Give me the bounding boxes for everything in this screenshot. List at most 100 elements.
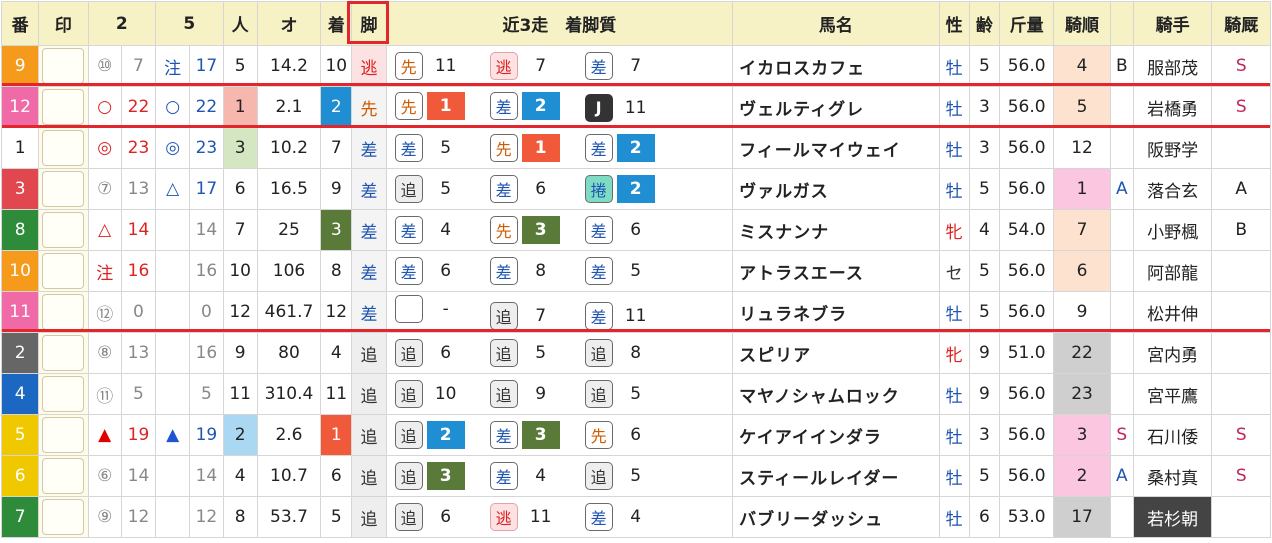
age: 6 [968,496,1000,538]
horse-name[interactable]: スティールレイダー [732,455,940,497]
style-badge: 差 [489,92,518,121]
jockey-name[interactable]: 石川倭 [1132,414,1213,456]
table-row[interactable]: 6 ⑥ 14 14 4 10.7 6 追追 3 差 4 追 5 スティールレイダー牡 5 56.0 2 A 桑村真 S [0,455,1271,497]
horse-name[interactable]: ミスナンナ [732,209,940,251]
header-jockey[interactable]: 騎手 [1132,1,1213,46]
prediction-mark-cell[interactable] [38,291,89,333]
header-stable[interactable]: 騎厩 [1211,1,1271,46]
mark-input-box[interactable] [42,376,85,412]
mark-5: △ [155,168,191,210]
mark-input-box[interactable] [42,130,85,166]
header-name[interactable]: 馬名 [732,1,940,46]
table-row[interactable]: 4 ⑪ 5 5 11 310.4 11 追追 10 追 9 追 5 マヤノシャムロック牡 9 56.0 23 宮平… [0,373,1271,415]
jockey-name[interactable]: 桑村真 [1132,455,1213,497]
header-mark[interactable]: 印 [38,1,89,46]
mark-2: ⑦ [87,168,122,210]
prediction-mark-cell[interactable] [38,45,89,87]
jockey-name[interactable]: 服部茂 [1132,45,1213,87]
rank-item [1109,209,1134,251]
recent-race: 差4 [584,503,680,531]
prediction-mark-cell[interactable] [38,332,89,374]
jockey-name[interactable]: 小野楓 [1132,209,1213,251]
header-c2[interactable]: 2 [87,1,157,46]
score-5: 23 [189,127,224,169]
horse-name[interactable]: フィールマイウェイ [732,127,940,169]
header-odds[interactable]: オ [256,1,322,46]
recent-race: 差5 [584,257,680,285]
score-5: 22 [189,86,224,128]
table-row[interactable]: 1 ◎ 23 ◎ 23 3 10.2 7 差差 5 先 1 差 2 フィールマイウェイ牡 3 56.0 12 阪野学 [0,127,1271,169]
mark-5: ◎ [155,127,191,169]
table-row[interactable]: 3 ⑦ 13 △ 17 6 16.5 9 差追 5 差 6 捲 2 ヴァルガス牡 5 56.0 1 A 落合玄 A [0,168,1271,210]
mark-input-box[interactable] [42,417,85,453]
table-row[interactable]: 8 △ 14 14 7 25 3 差差 4 先 3 差 6 ミスナンナ牝 4 54.0 7 小野楓 B [0,209,1271,251]
jockey-name[interactable]: 阪野学 [1132,127,1213,169]
horse-name[interactable]: ヴェルティグレ [732,86,940,128]
horse-name[interactable]: ヴァルガス [732,168,940,210]
popularity: 4 [222,455,258,497]
table-row[interactable]: 9 ⑩ 7 注 17 5 14.2 10 逃先 11 逃 7 差 7 イカロスカフェ牡 5 56.0 4 B 服部茂 S [0,45,1271,87]
rank-item [1109,373,1134,415]
jockey-rank: 6 [1053,250,1111,292]
horse-name[interactable]: バブリーダッシュ [732,496,940,538]
popularity: 9 [222,332,258,374]
jockey-name[interactable]: 若杉朝 [1132,496,1213,538]
jockey-name[interactable]: 岩橋勇 [1132,86,1213,128]
table-row[interactable]: 7 ⑨ 12 12 8 53.7 5 追追 6 逃 11 差 4 バブリーダッシュ牡 6 53.0 17 若杉朝 [0,496,1271,538]
mark-input-box[interactable] [42,171,85,207]
prediction-mark-cell[interactable] [38,86,89,128]
prediction-mark-cell[interactable] [38,496,89,538]
table-row[interactable]: 12 ○ 22 ○ 22 1 2.1 2 先先 1 差 2 J 11 ヴェルティグレ牡 3 56.0 5 岩橋勇 S [0,86,1271,128]
style-badge: 差 [584,503,613,531]
mark-input-box[interactable] [42,335,85,371]
prediction-mark-cell[interactable] [38,209,89,251]
horse-name[interactable]: イカロスカフェ [732,45,940,87]
prediction-mark-cell[interactable] [38,373,89,415]
mark-5 [155,291,191,333]
table-row[interactable]: 11 ⑫ 0 0 12 461.7 12 差 - 追 7 差 11 リュラネブラ牡 5 56.0 9 松井伸 [0,291,1271,333]
mark-input-box[interactable] [42,253,85,289]
prediction-mark-cell[interactable] [38,455,89,497]
mark-5: ○ [155,86,191,128]
age: 5 [968,455,1000,497]
popularity: 12 [222,291,258,333]
frame-number: 6 [0,455,40,497]
header-pop[interactable]: 人 [222,1,258,46]
mark-input-box[interactable] [42,89,85,125]
jockey-name[interactable]: 落合玄 [1132,168,1213,210]
mark-input-box[interactable] [42,458,85,494]
mark-input-box[interactable] [42,294,85,330]
stable-rank [1211,127,1271,169]
prediction-mark-cell[interactable] [38,168,89,210]
horse-name[interactable]: ケイアイインダラ [732,414,940,456]
horse-name[interactable]: スピリア [732,332,940,374]
header-ban[interactable]: 番 [0,1,40,46]
odds: 80 [256,332,322,374]
header-weight[interactable]: 斤量 [998,1,1055,46]
mark-input-box[interactable] [42,212,85,248]
mark-input-box[interactable] [42,499,85,535]
mark-5: ▲ [155,414,191,456]
table-row[interactable]: 2 ⑧ 13 16 9 80 4 追追 6 追 5 追 8 スピリア牝 9 51.0 22 宮内勇 [0,332,1271,374]
horse-name[interactable]: マヤノシャムロック [732,373,940,415]
mark-input-box[interactable] [42,48,85,84]
score-5: 14 [189,209,224,251]
header-age[interactable]: 齢 [968,1,1000,46]
header-c5[interactable]: 5 [155,1,224,46]
horse-name[interactable]: リュラネブラ [732,291,940,333]
table-row[interactable]: 10 注 16 16 10 106 8 差差 6 差 8 差 5 アトラスエースセ 5 56.0 6 阿部龍 [0,250,1271,292]
jockey-name[interactable]: 宮内勇 [1132,332,1213,374]
jockey-name[interactable]: 宮平鷹 [1132,373,1213,415]
header-sex[interactable]: 性 [938,1,970,46]
jockey-name[interactable]: 阿部龍 [1132,250,1213,292]
prediction-mark-cell[interactable] [38,414,89,456]
horse-name[interactable]: アトラスエース [732,250,940,292]
table-row[interactable]: 5 ▲ 19 ▲ 19 2 2.6 1 追追 2 差 3 先 6 ケイアイインダラ牡 3 56.0 3 S 石川倭 S [0,414,1271,456]
style-badge: 追 [584,339,613,367]
prediction-mark-cell[interactable] [38,127,89,169]
header-recent[interactable]: 近3走 着脚質 [385,1,734,46]
header-rank[interactable]: 騎順 [1053,1,1111,46]
jockey-name[interactable]: 松井伸 [1132,291,1213,333]
jockey-rank: 23 [1053,373,1111,415]
prediction-mark-cell[interactable] [38,250,89,292]
